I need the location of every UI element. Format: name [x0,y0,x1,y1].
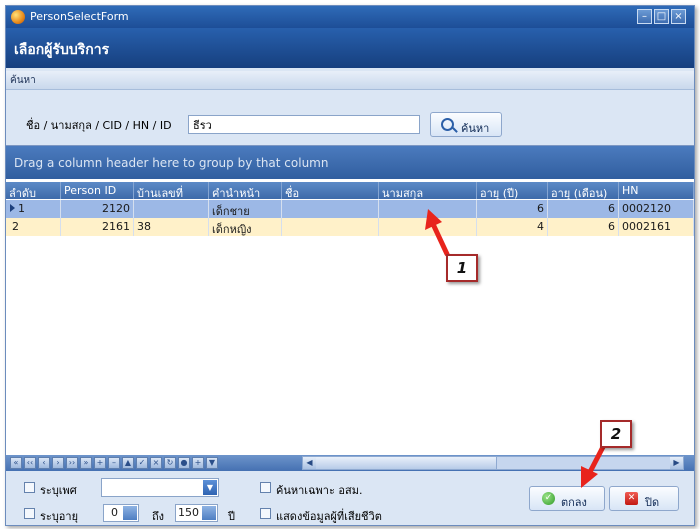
search-button[interactable]: ค้นหา [430,112,502,137]
age-unit-label: ปี [228,510,235,523]
cell-prefix: เด็กชาย [209,200,282,218]
vhv-only-checkbox[interactable] [260,482,271,493]
column-header-house-no[interactable]: บ้านเลขที่ [134,182,209,200]
nav-prev-page-icon[interactable]: ‹‹ [24,457,36,469]
show-deceased-label: แสดงข้อมูลผู้ที่เสียชีวิต [276,510,382,523]
group-by-panel[interactable]: Drag a column header here to group by th… [6,146,694,179]
nav-post-icon[interactable]: ✓ [136,457,148,469]
age-from-value: 0 [111,506,118,519]
form-header: เลือกผู้รับบริการ [6,28,694,68]
person-grid[interactable]: Drag a column header here to group by th… [6,145,694,456]
column-header-person-id[interactable]: Person ID [61,182,134,199]
cell-index: 1 [6,200,61,218]
filter-panel: ระบุเพศ ▼ ระบุอายุ 0 ถึง 150 ปี ค้นหาเฉพ… [6,472,694,525]
search-section-label: ค้นหา [10,75,36,86]
cell-hn: 0002161 [619,218,694,236]
page-title: เลือกผู้รับบริการ [14,42,110,58]
checkmark-icon: ✓ [542,492,555,505]
show-deceased-checkbox[interactable] [260,508,271,519]
cell-index: 2 [6,218,61,236]
age-filter-label: ระบุอายุ [40,510,79,523]
close-icon: ✕ [625,492,638,505]
nav-cancel-icon[interactable]: × [150,457,162,469]
window-title: PersonSelectForm [30,10,129,23]
close-button-label: ปิด [645,496,660,509]
cell-first-name [282,218,379,236]
nav-add-icon[interactable]: + [94,457,106,469]
age-to-stepper[interactable]: 150 [175,504,218,522]
nav-prev-icon[interactable]: ‹ [38,457,50,469]
ok-button[interactable]: ✓ ตกลง [529,486,605,511]
cell-last-name [379,200,477,218]
cell-last-name [379,218,477,236]
nav-first-icon[interactable]: « [10,457,22,469]
search-button-label: ค้นหา [461,122,490,135]
magnifier-icon [441,118,454,131]
nav-edit-icon[interactable]: ▲ [122,457,134,469]
nav-filter-icon[interactable]: + [192,457,204,469]
column-header-age-months[interactable]: อายุ (เดือน) [548,182,619,200]
column-header-first-name[interactable]: ชื่อ [282,182,379,200]
nav-refresh-icon[interactable]: ↻ [164,457,176,469]
vhv-only-label: ค้นหาเฉพาะ อสม. [276,484,363,497]
column-header-prefix[interactable]: คำนำหน้า [209,182,282,200]
cell-prefix: เด็กหญิง [209,218,282,236]
horizontal-scrollbar[interactable]: ◀ ▶ [302,456,684,470]
nav-filter-down-icon[interactable]: ▼ [206,457,218,469]
cell-house-no: 38 [134,218,209,236]
cell-first-name [282,200,379,218]
cell-person-id: 2161 [61,218,134,236]
search-section-header: ค้นหา [6,71,694,90]
nav-delete-icon[interactable]: – [108,457,120,469]
table-row[interactable]: 1 2120 เด็กชาย 6 6 0002120 [6,200,694,218]
cell-house-no [134,200,209,218]
nav-next-icon[interactable]: › [52,457,64,469]
search-field-label: ชื่อ / นามสกุล / CID / HN / ID [26,119,172,132]
age-from-stepper[interactable]: 0 [103,504,139,522]
sex-filter-label: ระบุเพศ [40,484,77,497]
sex-select[interactable]: ▼ [101,478,219,497]
spin-icon[interactable] [202,506,216,520]
person-select-window: PersonSelectForm – □ × เลือกผู้รับบริการ… [5,5,695,526]
cell-age-months: 6 [548,218,619,236]
app-icon [11,10,25,24]
cell-age-months: 6 [548,200,619,218]
title-bar: PersonSelectForm – □ × [6,6,694,28]
column-header-index[interactable]: ลำดับ [6,182,61,200]
column-header-last-name[interactable]: นามสกุล [379,182,477,200]
cell-age-years: 4 [477,218,548,236]
callout-2: 2 [600,420,632,448]
scroll-thumb[interactable] [316,457,497,469]
close-window-icon[interactable]: × [671,9,686,24]
age-to-value: 150 [178,506,199,519]
age-to-label: ถึง [152,510,165,523]
search-input[interactable] [188,115,420,134]
group-by-hint: Drag a column header here to group by th… [14,156,329,170]
sex-filter-checkbox[interactable] [24,482,35,493]
nav-last-icon[interactable]: » [80,457,92,469]
ok-button-label: ตกลง [561,496,587,509]
nav-next-page-icon[interactable]: ›› [66,457,78,469]
chevron-down-icon[interactable]: ▼ [203,480,217,495]
scroll-right-icon[interactable]: ▶ [670,457,683,469]
column-header-age-years[interactable]: อายุ (ปี) [477,182,548,200]
maximize-icon[interactable]: □ [654,9,669,24]
scroll-left-icon[interactable]: ◀ [303,457,316,469]
close-button[interactable]: ✕ ปิด [609,486,679,511]
nav-bookmark-icon[interactable]: ● [178,457,190,469]
cell-hn: 0002120 [619,200,694,218]
column-header-hn[interactable]: HN [619,182,694,199]
table-row[interactable]: 2 2161 38 เด็กหญิง 4 6 0002161 [6,218,694,236]
age-filter-checkbox[interactable] [24,508,35,519]
minimize-icon[interactable]: – [637,9,652,24]
callout-1: 1 [446,254,478,282]
cell-age-years: 6 [477,200,548,218]
cell-person-id: 2120 [61,200,134,218]
spin-icon[interactable] [123,506,137,520]
